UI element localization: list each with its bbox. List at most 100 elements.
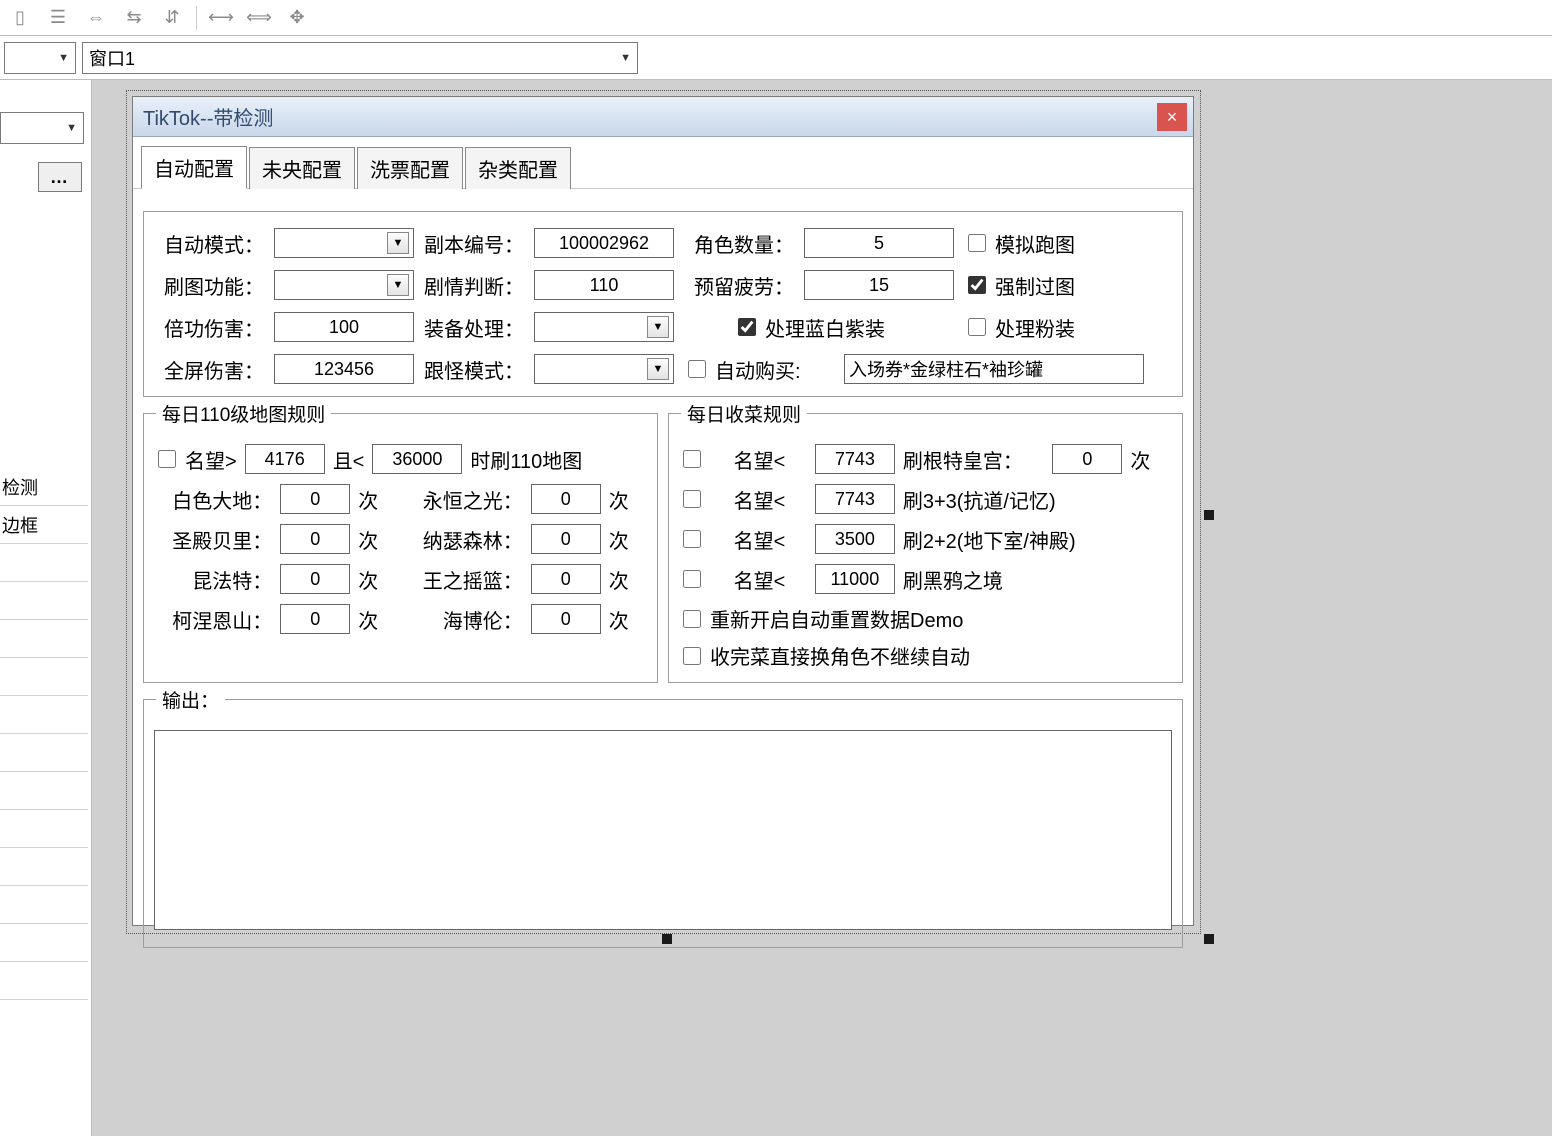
group-top: 自动模式： ▼ 副本编号： 角色数量： 模拟跑图 刷图功能： ▼ 剧情判断： 预… <box>143 211 1183 397</box>
size-v-icon[interactable]: ⟺ <box>245 6 273 30</box>
tab-weiyang-config[interactable]: 未央配置 <box>249 147 355 189</box>
top-toolbar: ▯ ☰ ⇔ ⇆ ⇵ ⟷ ⟺ ✥ <box>0 0 1552 36</box>
full-dmg-label: 全屏伤害： <box>154 355 264 384</box>
reserve-fatigue-label: 预留疲劳： <box>684 271 794 300</box>
auto-mode-label: 自动模式： <box>154 229 264 258</box>
fit-height-icon[interactable]: ⇵ <box>158 6 186 30</box>
auto-buy-checkbox[interactable]: 自动购买: <box>684 355 834 384</box>
harvest-r3-checkbox[interactable] <box>679 527 726 551</box>
harvest-r1-val[interactable] <box>815 444 895 474</box>
list-item[interactable] <box>0 772 88 810</box>
auto-buy-input[interactable] <box>844 354 1144 384</box>
list-item[interactable] <box>0 924 88 962</box>
times-unit: 次 <box>609 485 647 514</box>
left-small-combo[interactable]: ▼ <box>4 42 76 74</box>
fit-width-icon[interactable]: ⇆ <box>120 6 148 30</box>
harvest-r4-val[interactable] <box>815 564 895 594</box>
list-item[interactable] <box>0 582 88 620</box>
left-property-combo[interactable]: ▼ <box>0 112 88 144</box>
list-item[interactable] <box>0 886 88 924</box>
chevron-down-icon: ▼ <box>387 274 409 296</box>
role-count-input[interactable] <box>804 228 954 258</box>
and-lt-label: 且< <box>333 445 365 474</box>
list-item[interactable] <box>0 962 88 1000</box>
double-dmg-label: 倍功伤害： <box>154 313 264 342</box>
list-item[interactable]: 边框 <box>0 506 88 544</box>
nase-input[interactable] <box>531 524 601 554</box>
chevron-down-icon: ▼ <box>647 358 669 380</box>
align-top-icon[interactable]: ☰ <box>44 6 72 30</box>
resize-handle[interactable] <box>1204 510 1214 520</box>
role-count-label: 角色数量： <box>684 229 794 258</box>
wangzhi-input[interactable] <box>531 564 601 594</box>
rep-lt-label: 名望< <box>734 525 807 554</box>
equip-proc-select[interactable]: ▼ <box>534 312 674 342</box>
baise-input[interactable] <box>280 484 350 514</box>
list-item[interactable] <box>0 620 88 658</box>
yongheng-input[interactable] <box>531 484 601 514</box>
window-selector-combo[interactable]: 窗口1 ▼ <box>82 42 638 74</box>
shengdian-input[interactable] <box>280 524 350 554</box>
rep-gt-checkbox[interactable]: 名望> <box>154 445 237 474</box>
double-dmg-input[interactable] <box>274 312 414 342</box>
property-ellipsis-button[interactable]: … <box>38 162 82 192</box>
chevron-down-icon: ▼ <box>66 122 77 134</box>
wangzhi-label: 王之摇篮： <box>405 565 523 594</box>
dungeon-id-input[interactable] <box>534 228 674 258</box>
group-harvest-legend: 每日收菜规则 <box>681 400 807 427</box>
tab-xipiao-config[interactable]: 洗票配置 <box>357 147 463 189</box>
simulate-run-checkbox[interactable]: 模拟跑图 <box>964 229 1132 258</box>
align-left-icon[interactable]: ▯ <box>6 6 34 30</box>
close-button[interactable]: × <box>1157 103 1187 131</box>
track-mode-select[interactable]: ▼ <box>534 354 674 384</box>
harvest-r1-count[interactable] <box>1052 444 1122 474</box>
finish-switch-checkbox[interactable]: 收完菜直接换角色不继续自动 <box>679 641 970 670</box>
plot-judge-input[interactable] <box>534 270 674 300</box>
times-unit: 次 <box>609 525 647 554</box>
harvest-r4-text: 刷黑鸦之境 <box>903 565 1172 594</box>
size-h-icon[interactable]: ⟷ <box>207 6 235 30</box>
list-item[interactable] <box>0 658 88 696</box>
tab-misc-config[interactable]: 杂类配置 <box>465 147 571 189</box>
tabstrip: 自动配置 未央配置 洗票配置 杂类配置 <box>133 137 1193 189</box>
kunfa-input[interactable] <box>280 564 350 594</box>
kenis-input[interactable] <box>280 604 350 634</box>
force-map-checkbox[interactable]: 强制过图 <box>964 271 1132 300</box>
times-unit: 次 <box>609 565 647 594</box>
harvest-r1-checkbox[interactable] <box>679 447 726 471</box>
list-item[interactable] <box>0 810 88 848</box>
harvest-r2-val[interactable] <box>815 484 895 514</box>
reserve-fatigue-input[interactable] <box>804 270 954 300</box>
list-item[interactable] <box>0 544 88 582</box>
chevron-down-icon: ▼ <box>647 316 669 338</box>
full-dmg-input[interactable] <box>274 354 414 384</box>
rep-max-input[interactable] <box>372 444 462 474</box>
output-textarea[interactable] <box>154 730 1172 930</box>
rep-min-input[interactable] <box>245 444 325 474</box>
proc-bluewhite-checkbox[interactable]: 处理蓝白紫装 <box>734 313 914 342</box>
harvest-r1-text: 刷根特皇宫： <box>903 445 1045 474</box>
proc-pink-checkbox[interactable]: 处理粉装 <box>964 313 1104 342</box>
auto-mode-select[interactable]: ▼ <box>274 228 414 258</box>
harvest-r4-checkbox[interactable] <box>679 567 726 591</box>
group-map-legend: 每日110级地图规则 <box>156 400 331 427</box>
brush-func-label: 刷图功能： <box>154 271 264 300</box>
distribute-h-icon[interactable]: ⇔ <box>82 6 110 30</box>
track-mode-label: 跟怪模式： <box>424 355 524 384</box>
restart-demo-checkbox[interactable]: 重新开启自动重置数据Demo <box>679 604 963 633</box>
rep-lt-label: 名望< <box>734 445 807 474</box>
times-unit: 次 <box>358 525 396 554</box>
harvest-r2-checkbox[interactable] <box>679 487 726 511</box>
list-item[interactable]: 检测 <box>0 468 88 506</box>
brush-func-select[interactable]: ▼ <box>274 270 414 300</box>
resize-handle[interactable] <box>1204 934 1214 944</box>
tab-auto-config[interactable]: 自动配置 <box>141 146 247 189</box>
window-titlebar[interactable]: TikTok--带检测 × <box>133 97 1193 137</box>
list-item[interactable] <box>0 848 88 886</box>
haibo-input[interactable] <box>531 604 601 634</box>
list-item[interactable] <box>0 696 88 734</box>
size-both-icon[interactable]: ✥ <box>283 6 311 30</box>
harvest-r2-text: 刷3+3(抗道/记忆) <box>903 485 1172 514</box>
list-item[interactable] <box>0 734 88 772</box>
harvest-r3-val[interactable] <box>815 524 895 554</box>
